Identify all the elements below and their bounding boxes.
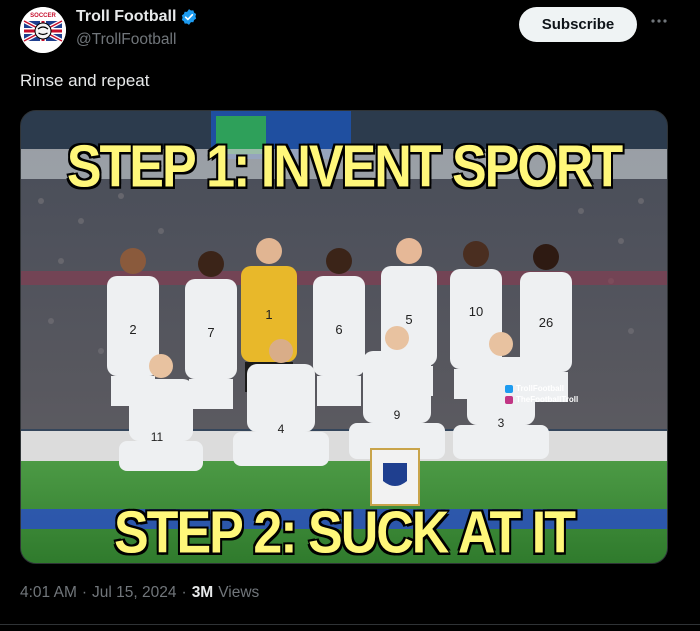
svg-text:4: 4 bbox=[278, 422, 285, 436]
svg-text:3: 3 bbox=[498, 416, 505, 430]
author-display-name[interactable]: Troll Football bbox=[76, 8, 176, 26]
svg-text:10: 10 bbox=[469, 304, 483, 319]
avatar-logo-icon: SOCCER bbox=[20, 7, 66, 53]
ellipsis-icon bbox=[651, 19, 667, 23]
meme-caption-bottom: STEP 2: SUCK AT IT bbox=[113, 498, 577, 564]
meta-separator: · bbox=[81, 584, 88, 601]
svg-text:26: 26 bbox=[539, 315, 553, 330]
svg-text:SOCCER: SOCCER bbox=[30, 13, 56, 19]
svg-text:6: 6 bbox=[335, 322, 342, 337]
tweet-media-image[interactable]: 2 7 1 6 5 10 26 11 4 9 3 STEP 1: INVENT … bbox=[20, 110, 668, 564]
divider bbox=[0, 624, 700, 625]
instagram-icon bbox=[505, 395, 513, 404]
author-handle[interactable]: @TrollFootball bbox=[76, 31, 176, 49]
image-watermark: TrollFootball TheFootballTroll bbox=[505, 383, 578, 405]
svg-text:5: 5 bbox=[405, 312, 412, 327]
views-label: Views bbox=[218, 584, 260, 601]
tweet-text: Rinse and repeat bbox=[20, 71, 150, 90]
tweet-date[interactable]: Jul 15, 2024 bbox=[92, 584, 176, 602]
tweet-metadata: 4:01 AM · Jul 15, 2024 · 3M Views bbox=[20, 584, 259, 602]
author-name-row: Troll Football bbox=[76, 8, 198, 26]
more-options-icon[interactable] bbox=[648, 10, 670, 32]
verified-badge-icon bbox=[182, 9, 197, 25]
svg-text:1: 1 bbox=[265, 307, 272, 322]
tweet-time[interactable]: 4:01 AM bbox=[20, 584, 77, 602]
meta-separator: · bbox=[181, 584, 187, 601]
svg-text:2: 2 bbox=[129, 322, 136, 337]
svg-text:9: 9 bbox=[394, 408, 401, 422]
svg-text:11: 11 bbox=[151, 430, 164, 444]
subscribe-button[interactable]: Subscribe bbox=[519, 7, 637, 42]
svg-text:7: 7 bbox=[207, 325, 214, 340]
twitter-bird-icon bbox=[505, 384, 513, 393]
views-count: 3M bbox=[191, 584, 214, 601]
author-avatar[interactable]: SOCCER bbox=[20, 7, 66, 53]
tweet-header: SOCCER Troll Football @TrollFootball Sub… bbox=[0, 0, 700, 60]
meme-caption-top: STEP 1: INVENT SPORT bbox=[66, 132, 624, 201]
